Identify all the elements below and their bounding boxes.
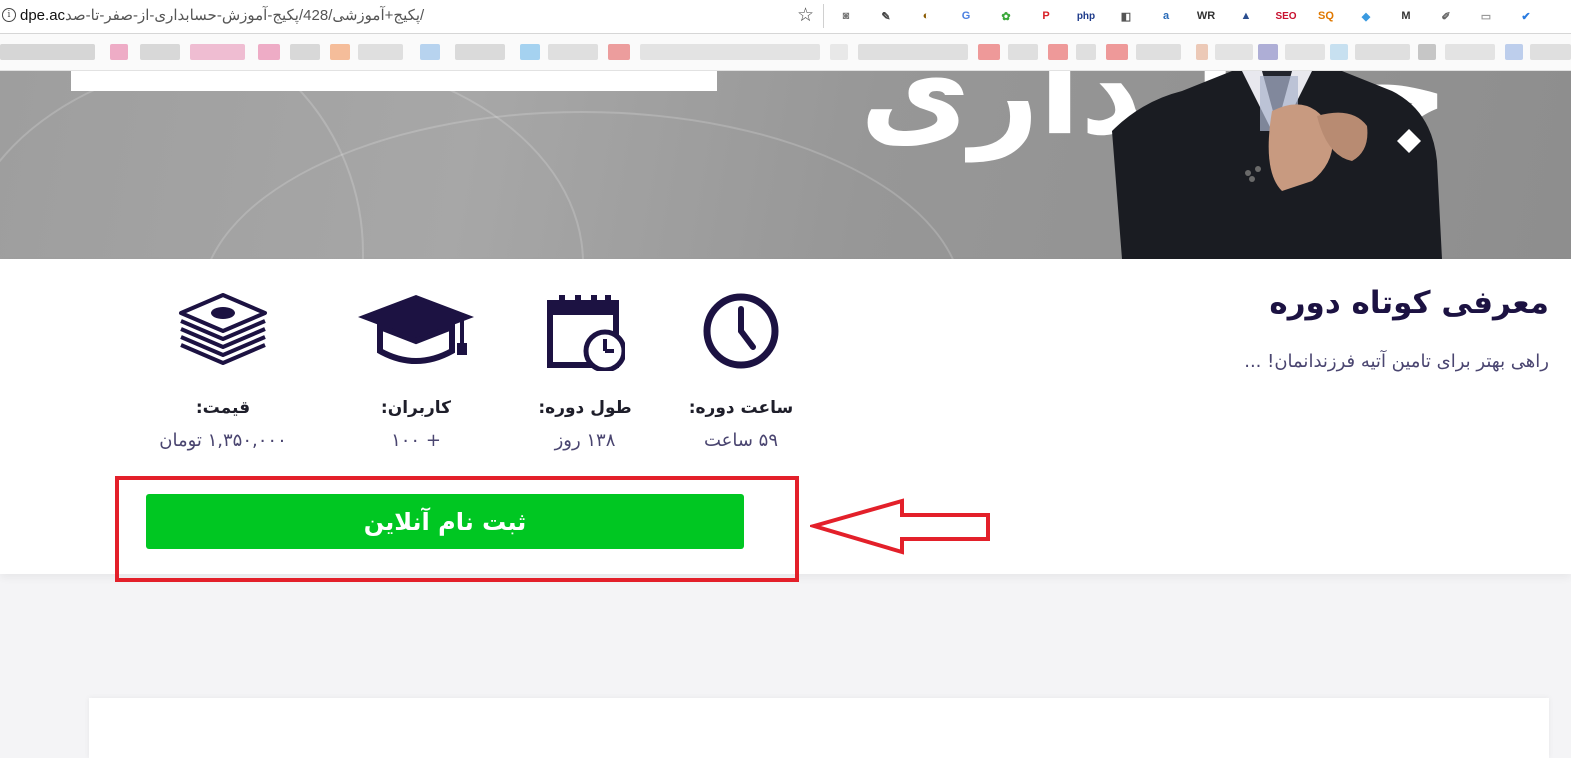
pinterest-icon[interactable]: P bbox=[1036, 6, 1056, 26]
hero-white-panel bbox=[71, 71, 717, 91]
translate-icon[interactable]: G bbox=[956, 6, 976, 26]
stat-course-duration: طول دوره: ۱۳۸ روز bbox=[510, 291, 660, 451]
calendar-clock-icon bbox=[547, 295, 625, 371]
stat-label: ساعت دوره: bbox=[688, 398, 794, 418]
alexa-icon[interactable]: a bbox=[1156, 6, 1176, 26]
bookmark-star-icon[interactable]: ☆ bbox=[797, 4, 814, 26]
money-stack-icon bbox=[179, 293, 267, 365]
course-intro-title: معرفی کوتاه دوره bbox=[1269, 285, 1549, 321]
course-intro-subtitle: راهی بهتر برای تامین آتیه فرزندانمان! ..… bbox=[1244, 351, 1549, 372]
frog-icon[interactable]: ✿ bbox=[996, 6, 1016, 26]
stat-value: ۵۹ ساعت bbox=[703, 430, 779, 451]
shield-extension-icon[interactable]: ◐ bbox=[916, 6, 936, 26]
puzzle-icon[interactable]: ◧ bbox=[1116, 6, 1136, 26]
brush-icon[interactable]: ✐ bbox=[1436, 6, 1456, 26]
check-icon[interactable]: ✔ bbox=[1516, 6, 1536, 26]
stat-label: قیمت: bbox=[195, 398, 251, 418]
toolbar-divider bbox=[823, 4, 824, 28]
businessman-image bbox=[1112, 71, 1442, 259]
stat-value: ۱۳۸ روز bbox=[554, 430, 616, 451]
url-text[interactable]: dpe.ac/پکیج+آموزشی/428/پکیج-آموزش-حسابدا… bbox=[20, 6, 424, 24]
stat-course-price: قیمت: ۱,۳۵۰,۰۰۰ تومان bbox=[148, 291, 298, 451]
stat-course-hours: ساعت دوره: ۵۹ ساعت bbox=[666, 291, 816, 451]
graduation-cap-icon bbox=[358, 295, 474, 364]
analytics-icon[interactable]: ▲ bbox=[1236, 6, 1256, 26]
browser-url-bar[interactable]: i dpe.ac/پکیج+آموزشی/428/پکیج-آموزش-حساب… bbox=[0, 0, 1571, 34]
wr-icon[interactable]: WR bbox=[1196, 6, 1216, 26]
php-icon[interactable]: php bbox=[1076, 6, 1096, 26]
site-info-icon[interactable]: i bbox=[2, 8, 16, 22]
url-domain: dpe.ac bbox=[20, 7, 66, 24]
annotation-highlight-box bbox=[115, 476, 799, 582]
hero-banner: حسابداری bbox=[0, 71, 1571, 259]
m-icon[interactable]: M bbox=[1396, 6, 1416, 26]
water-drop-icon[interactable]: ◆ bbox=[1356, 6, 1376, 26]
camera-icon[interactable]: ◙ bbox=[836, 6, 856, 26]
eyedropper-icon[interactable]: ✎ bbox=[876, 6, 896, 26]
bookmarks-bar bbox=[0, 34, 1571, 71]
stat-label: کاربران: bbox=[380, 398, 452, 418]
annotation-arrow-icon bbox=[810, 498, 990, 555]
stat-value: + ۱۰۰ bbox=[391, 430, 441, 451]
stat-course-users: کاربران: + ۱۰۰ bbox=[341, 291, 491, 451]
stat-value: ۱,۳۵۰,۰۰۰ تومان bbox=[159, 430, 287, 451]
url-path: /پکیج+آموزشی/428/پکیج-آموزش-حسابداری-از-… bbox=[65, 7, 425, 24]
stat-label: طول دوره: bbox=[538, 398, 632, 418]
next-section-card bbox=[89, 698, 1549, 758]
clock-icon bbox=[703, 293, 779, 369]
seoquake-icon[interactable]: SQ bbox=[1316, 6, 1336, 26]
note-icon[interactable]: ▭ bbox=[1476, 6, 1496, 26]
seo-icon[interactable]: SEO bbox=[1275, 6, 1296, 26]
